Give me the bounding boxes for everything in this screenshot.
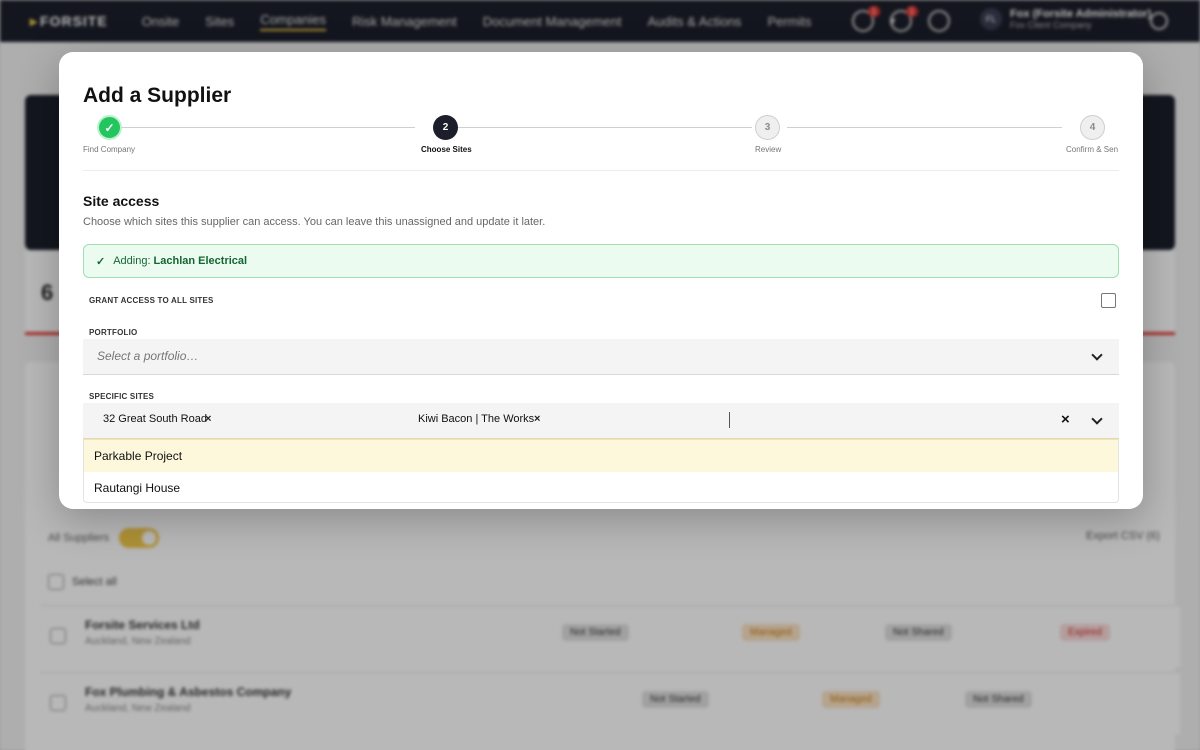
specific-sites-label: SPECIFIC SITES	[89, 392, 155, 401]
add-supplier-modal: Add a Supplier ✓ Find Company 2 Choose S…	[59, 52, 1143, 509]
step-1-label: Find Company	[83, 145, 136, 154]
divider	[83, 170, 1119, 171]
alert-prefix: Adding:	[113, 255, 151, 267]
step-4-indicator: 4	[1080, 115, 1105, 140]
step-2-label: Choose Sites	[421, 145, 472, 154]
check-icon: ✓	[96, 255, 106, 268]
step-connector	[115, 127, 415, 128]
remove-chip-icon[interactable]: ×	[205, 413, 211, 425]
step-connector	[787, 127, 1062, 128]
grant-all-label: GRANT ACCESS TO ALL SITES	[89, 296, 214, 305]
section-description: Choose which sites this supplier can acc…	[83, 216, 546, 228]
sites-dropdown-menu: Parkable Project Rautangi House	[83, 439, 1119, 503]
modal-title: Add a Supplier	[83, 84, 232, 107]
dropdown-option[interactable]: Rautangi House	[84, 472, 1118, 504]
clear-selection-icon[interactable]: ×	[1061, 411, 1070, 428]
section-title: Site access	[83, 193, 160, 209]
specific-sites-multiselect[interactable]: 32 Great South Road × Kiwi Bacon | The W…	[83, 403, 1119, 439]
step-3-label: Review	[755, 145, 782, 154]
adding-company-alert: ✓ Adding: Lachlan Electrical	[83, 244, 1119, 278]
step-connector	[450, 127, 752, 128]
text-cursor[interactable]	[729, 412, 730, 428]
portfolio-placeholder: Select a portfolio…	[97, 349, 199, 363]
selected-site-chip: Kiwi Bacon | The Works	[418, 413, 535, 425]
wizard-stepper: ✓ Find Company 2 Choose Sites 3 Review 4…	[83, 115, 1119, 155]
remove-chip-icon[interactable]: ×	[534, 413, 540, 425]
grant-all-sites-checkbox[interactable]	[1101, 293, 1116, 308]
step-4-label: Confirm & Sen	[1066, 145, 1119, 154]
step-3-indicator: 3	[755, 115, 780, 140]
portfolio-select[interactable]: Select a portfolio…	[83, 339, 1119, 375]
step-1-check-icon[interactable]: ✓	[97, 115, 122, 140]
dropdown-option[interactable]: Parkable Project	[84, 440, 1118, 472]
alert-company-name: Lachlan Electrical	[153, 255, 248, 267]
chevron-down-icon[interactable]	[1091, 349, 1103, 361]
portfolio-label: PORTFOLIO	[89, 328, 138, 337]
step-2-indicator: 2	[433, 115, 458, 140]
chevron-down-icon[interactable]	[1091, 413, 1103, 425]
selected-site-chip: 32 Great South Road	[103, 413, 207, 425]
